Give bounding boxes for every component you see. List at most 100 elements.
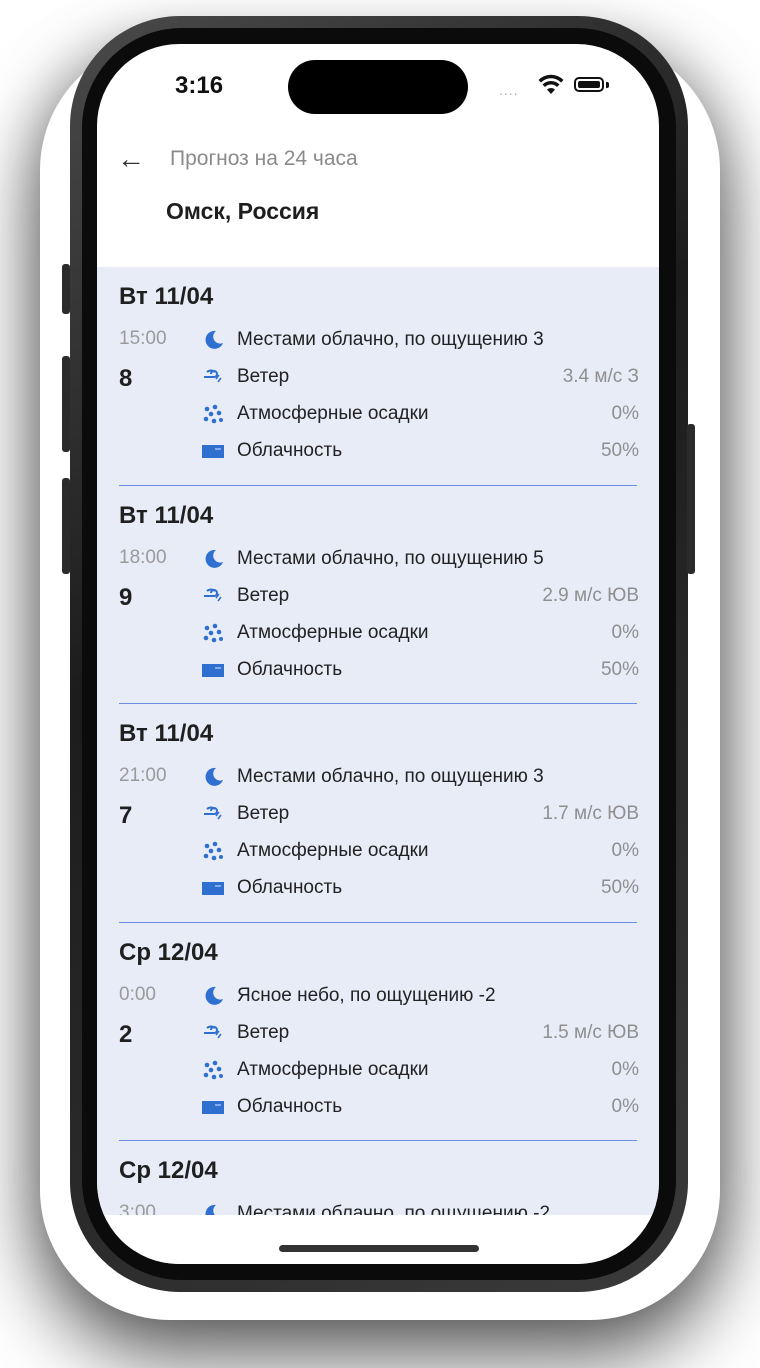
- cloud-cover-icon: [202, 1100, 224, 1114]
- home-indicator[interactable]: [279, 1245, 479, 1252]
- condition-row: Местами облачно, по ощущению 5: [201, 544, 639, 574]
- moon-icon: [205, 330, 223, 349]
- page-subtitle: Прогноз на 24 часа: [170, 147, 358, 170]
- entry-temperature: 7: [119, 802, 133, 830]
- cloud-cover-icon: [202, 663, 224, 677]
- wifi-icon: [538, 74, 564, 94]
- wind-label: Ветер: [237, 366, 290, 387]
- battery-icon: [574, 77, 604, 92]
- cellular-signal-icon: ....: [499, 82, 519, 98]
- cloudiness-value: 0%: [611, 1095, 639, 1117]
- condition-text: Местами облачно, по ощущению -2: [237, 1203, 551, 1215]
- condition-text: Местами облачно, по ощущению 3: [237, 766, 544, 788]
- entry-hour: 0:00: [119, 983, 156, 1005]
- wind-icon: [204, 588, 222, 602]
- entry-temperature: 2: [119, 1020, 133, 1048]
- precipitation-label: Атмосферные осадки: [237, 403, 429, 424]
- wind-label: Ветер: [237, 1021, 290, 1043]
- moon-icon: [205, 549, 223, 568]
- entry-temperature: 9: [119, 583, 133, 611]
- entry-date: Вт 11/04: [119, 283, 214, 310]
- wind-row: Ветер 2.9 м/с ЮВ: [201, 581, 639, 611]
- wind-label: Ветер: [237, 584, 290, 606]
- forecast-entry: Вт 11/04 15:00 8 Местами облачно, по ощу…: [119, 267, 639, 486]
- volume-up-button: [62, 356, 70, 452]
- status-time: 3:16: [175, 72, 224, 99]
- entry-temperature: 8: [119, 365, 133, 392]
- cloudiness-label: Облачность: [237, 658, 343, 680]
- entry-date: Вт 11/04: [119, 720, 214, 748]
- condition-text: Местами облачно, по ощущению 5: [237, 547, 544, 569]
- raindrops-icon: [203, 623, 223, 642]
- cloudiness-row: Облачность 0%: [201, 1092, 639, 1122]
- precipitation-value: 0%: [611, 840, 639, 862]
- cloud-cover-icon: [202, 882, 224, 896]
- precipitation-row: Атмосферные осадки 0%: [201, 1055, 639, 1085]
- entry-hour: 15:00: [119, 328, 167, 349]
- condition-text: Ясное небо, по ощущению -2: [237, 984, 496, 1006]
- cloudiness-value: 50%: [600, 658, 639, 680]
- precipitation-label: Атмосферные осадки: [237, 621, 429, 643]
- back-arrow-icon[interactable]: ←: [117, 144, 145, 174]
- entry-date: Вт 11/04: [119, 501, 214, 529]
- wind-value: 1.5 м/с ЮВ: [542, 1021, 639, 1043]
- moon-icon: [205, 1205, 216, 1215]
- entry-date: Ср 12/04: [119, 1157, 218, 1185]
- entry-date: Ср 12/04: [119, 938, 218, 966]
- cloudiness-label: Облачность: [237, 1095, 343, 1117]
- forecast-entry: Вт 11/04 21:00 7 Местами облачно, по ощу…: [119, 704, 639, 923]
- entry-hour: 21:00: [119, 765, 167, 787]
- cloudiness-row: Облачность 50%: [201, 436, 639, 466]
- condition-row: Местами облачно, по ощущению 3: [201, 325, 639, 355]
- cloudiness-label: Облачность: [237, 877, 343, 899]
- cloud-cover-icon: [202, 445, 224, 458]
- wind-label: Ветер: [237, 803, 290, 825]
- precipitation-label: Атмосферные осадки: [237, 840, 429, 862]
- entry-hour: 3:00: [119, 1202, 156, 1215]
- dynamic-island: [288, 60, 468, 114]
- raindrops-icon: [203, 1060, 223, 1080]
- battery-tip: [606, 82, 609, 88]
- condition-text: Местами облачно, по ощущению 3: [237, 329, 544, 350]
- precipitation-row: Атмосферные осадки 0%: [201, 399, 639, 429]
- cloudiness-value: 50%: [600, 440, 639, 461]
- wind-icon: [204, 806, 222, 820]
- forecast-list[interactable]: Вт 11/04 15:00 8 Местами облачно, по ощу…: [97, 267, 659, 1215]
- raindrops-icon: [203, 841, 223, 861]
- wind-value: 1.7 м/с ЮВ: [542, 803, 639, 825]
- wind-value: 3.4 м/с З: [562, 366, 639, 387]
- bottom-safe-area: [97, 1215, 659, 1264]
- page-header: ← Прогноз на 24 часа Омск, Россия: [97, 134, 659, 267]
- precipitation-value: 0%: [611, 1058, 639, 1080]
- forecast-entry: Вт 11/04 18:00 9 Местами облачно, по ощу…: [119, 486, 639, 705]
- wind-row: Ветер 3.4 м/с З: [201, 362, 639, 392]
- cloudiness-value: 50%: [600, 877, 639, 899]
- cloudiness-row: Облачность 50%: [201, 655, 639, 685]
- cloudiness-row: Облачность 50%: [201, 873, 639, 903]
- wind-value: 2.9 м/с ЮВ: [542, 584, 639, 606]
- volume-down-button: [62, 478, 70, 574]
- wind-row: Ветер 1.7 м/с ЮВ: [201, 799, 639, 829]
- cloudiness-label: Облачность: [237, 440, 343, 461]
- precipitation-value: 0%: [611, 621, 639, 643]
- wind-icon: [204, 369, 222, 383]
- moon-icon: [205, 768, 223, 787]
- moon-icon: [205, 986, 223, 1005]
- forecast-entry: Ср 12/04 0:00 2 Ясное небо, по ощущению …: [119, 923, 639, 1142]
- status-bar: 3:16 ....: [97, 44, 659, 134]
- condition-row: Местами облачно, по ощущению -2: [201, 1199, 639, 1215]
- precipitation-value: 0%: [611, 403, 639, 424]
- action-button: [62, 264, 70, 314]
- forecast-entry: Ср 12/04 3:00 Местами облачно, по ощущен…: [119, 1141, 637, 1215]
- raindrops-icon: [203, 404, 223, 424]
- precipitation-row: Атмосферные осадки 0%: [201, 836, 639, 866]
- wind-row: Ветер 1.5 м/с ЮВ: [201, 1018, 639, 1048]
- entry-hour: 18:00: [119, 546, 167, 568]
- precipitation-row: Атмосферные осадки 0%: [201, 618, 639, 648]
- city-title: Омск, Россия: [166, 198, 320, 224]
- condition-row: Местами облачно, по ощущению 3: [201, 762, 639, 792]
- condition-row: Ясное небо, по ощущению -2: [201, 981, 639, 1011]
- precipitation-label: Атмосферные осадки: [237, 1058, 429, 1080]
- wind-icon: [204, 1025, 222, 1039]
- screen: 3:16 .... ← Прогноз на 24 часа Омск, Рос…: [97, 44, 659, 1264]
